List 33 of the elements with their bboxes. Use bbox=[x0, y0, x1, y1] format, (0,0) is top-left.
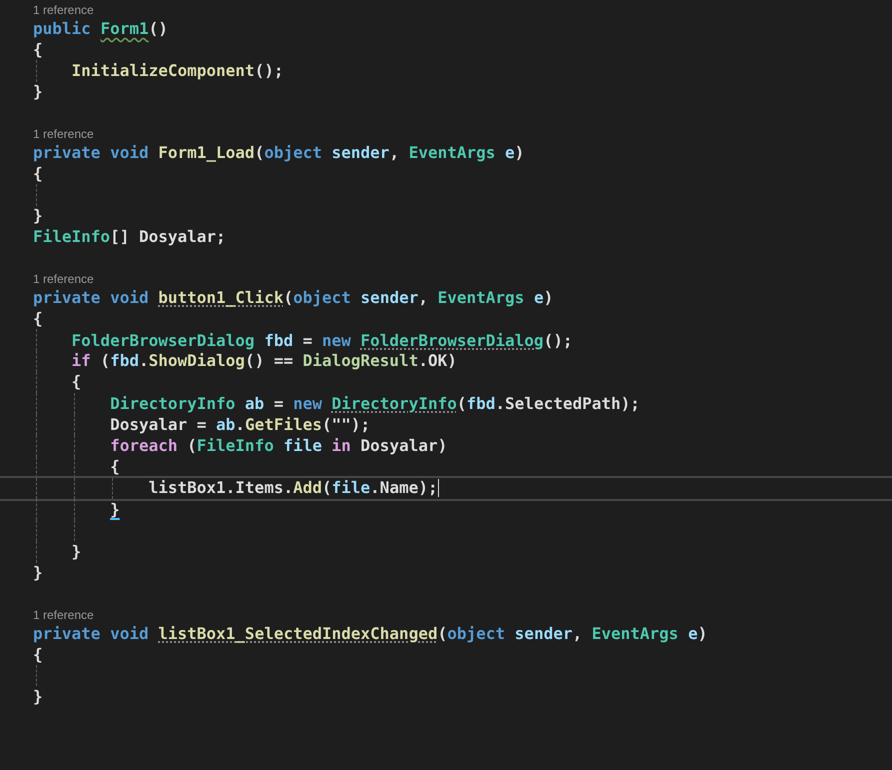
code-line: listBox1.Items.Add(file.Name); bbox=[148, 480, 438, 496]
code-line: { bbox=[72, 374, 82, 390]
indent-guide bbox=[36, 665, 37, 686]
code-line: FolderBrowserDialog fbd = new FolderBrowserDialog(); bbox=[72, 330, 572, 352]
code-line: } bbox=[33, 565, 43, 582]
code-line: { bbox=[33, 42, 43, 58]
indent-guide bbox=[36, 60, 37, 82]
code-line: } bbox=[33, 689, 43, 706]
code-line: Dosyalar = ab.GetFiles(""); bbox=[110, 416, 370, 433]
code-line: } bbox=[33, 84, 43, 100]
code-line: FileInfo[] Dosyalar; bbox=[33, 229, 226, 246]
code-line: private void listBox1_SelectedIndexChanged(object sender, EventArgs e) bbox=[33, 622, 708, 645]
code-line: { bbox=[33, 166, 43, 182]
code-line: { bbox=[110, 459, 120, 476]
code-line: { bbox=[33, 646, 43, 663]
code-line: { bbox=[33, 310, 43, 327]
code-line: } bbox=[110, 499, 120, 522]
code-line: foreach (FileInfo file in Dosyalar) bbox=[110, 438, 448, 454]
code-line: if (fbd.ShowDialog() == DialogResult.OK) bbox=[72, 353, 457, 370]
codelens-link[interactable]: 1 reference bbox=[33, 272, 94, 288]
code-line: DirectoryInfo ab = new DirectoryInfo(fbd.SelectedPath); bbox=[110, 393, 640, 416]
indent-guide bbox=[112, 478, 113, 499]
text-cursor bbox=[438, 479, 439, 498]
code-line: InitializeComponent(); bbox=[72, 62, 284, 79]
codelens-link[interactable]: 1 reference bbox=[33, 608, 94, 623]
indent-guide bbox=[36, 184, 37, 206]
code-line: } bbox=[33, 208, 43, 224]
code-line: public Form1() bbox=[33, 18, 168, 40]
codelens-link[interactable]: 1 reference bbox=[33, 126, 94, 142]
code-line: } bbox=[72, 544, 82, 560]
codelens-link[interactable]: 1 reference bbox=[33, 3, 94, 18]
code-line: private void Form1_Load(object sender, EventArgs e) bbox=[33, 144, 524, 161]
code-line: private void button1_Click(object sender, EventArgs e) bbox=[33, 287, 554, 310]
